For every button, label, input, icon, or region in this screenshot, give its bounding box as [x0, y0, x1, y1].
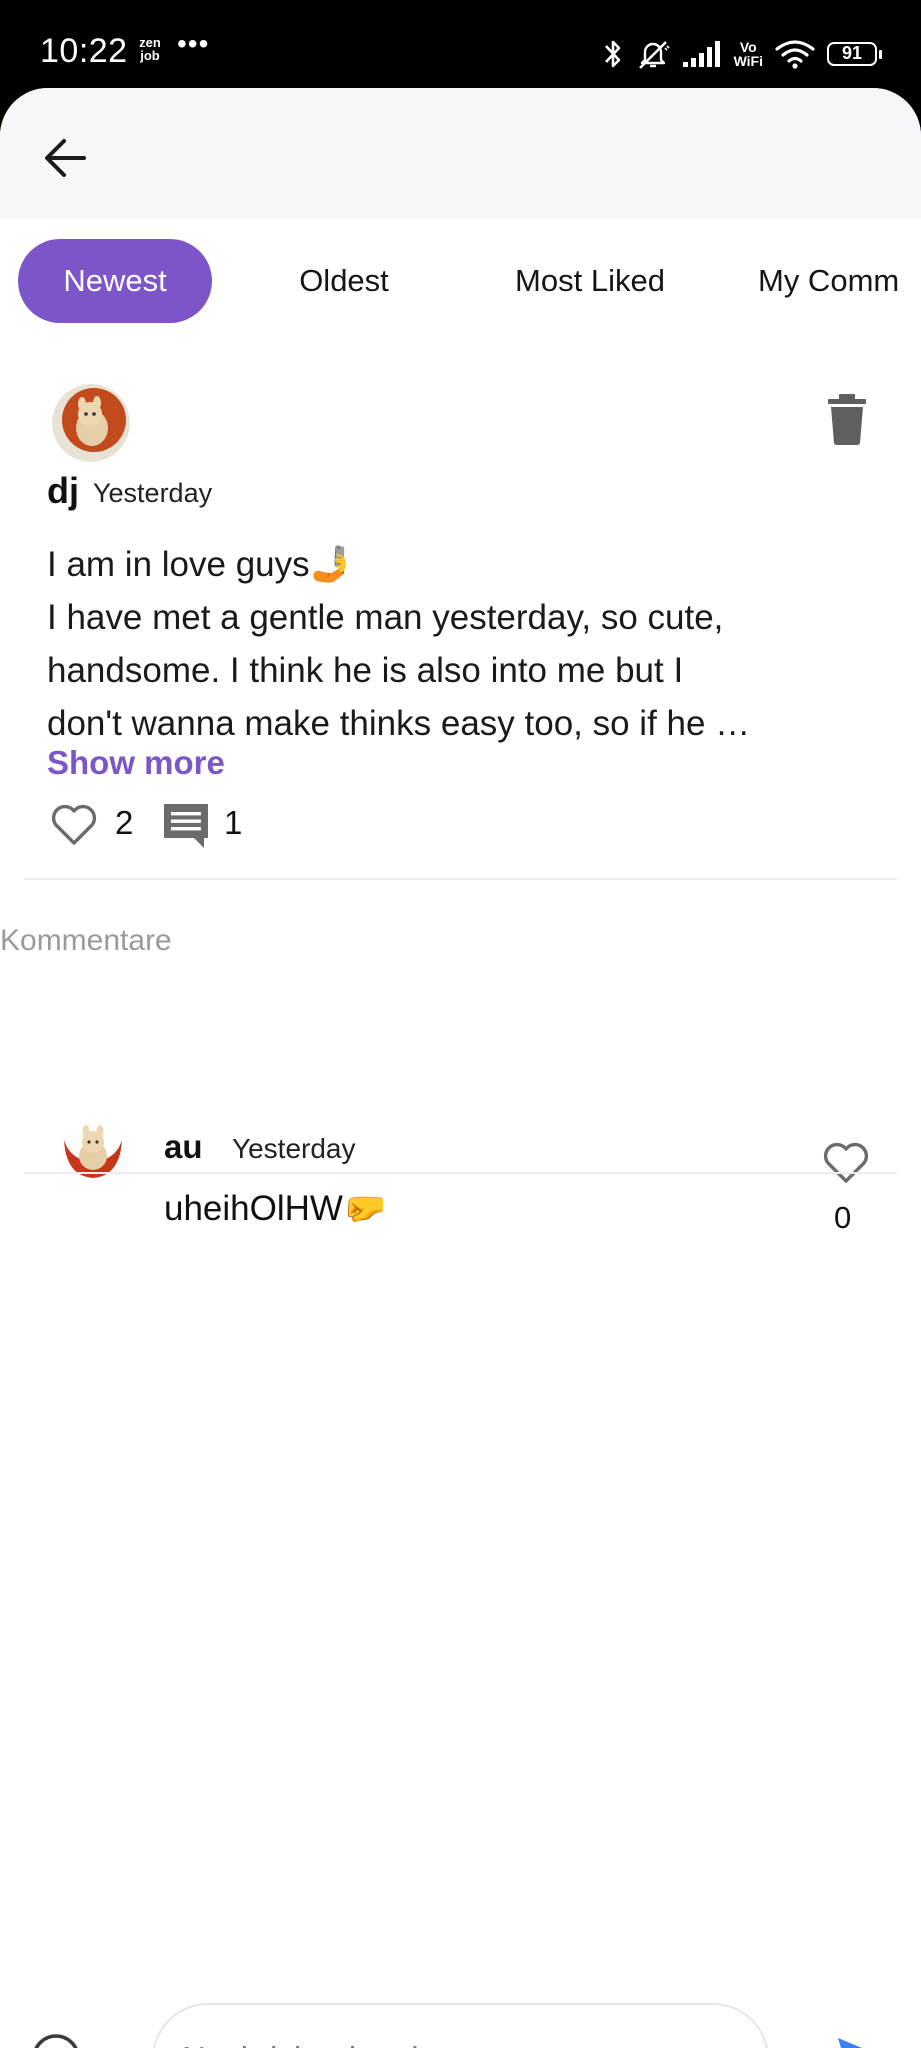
post-timestamp: Yesterday: [93, 478, 213, 508]
tab-oldest[interactable]: Oldest: [234, 239, 454, 323]
tab-most-liked[interactable]: Most Liked: [454, 239, 726, 323]
app-badge-bottom: job: [140, 48, 160, 63]
wifi-icon: [775, 40, 815, 69]
app-notification-icon: zen job: [138, 36, 162, 62]
back-button[interactable]: [36, 128, 96, 188]
comment-text: uheihOlHW🤛: [164, 1189, 387, 1228]
comment-author-name[interactable]: au: [164, 1128, 203, 1166]
vowifi-icon: Vo WiFi: [734, 40, 763, 68]
bluetooth-icon: [604, 40, 620, 68]
post-like-count: 2: [115, 804, 134, 841]
delete-post-button[interactable]: [824, 392, 870, 446]
post-line: I have met a gentle man yesterday, so cu…: [47, 598, 724, 637]
post-text: I am in love guys🤳 I have met a gentle m…: [47, 538, 887, 750]
app-header: [0, 88, 921, 218]
post-line: handsome. I think he is also into me but…: [47, 651, 684, 690]
avatar-image: [64, 1125, 122, 1178]
comment-author-avatar[interactable]: [58, 1116, 128, 1186]
status-time: 10:22: [40, 32, 128, 70]
vowifi-top: Vo: [739, 39, 757, 55]
status-bar: 10:22 zen job ••• Vo WiFi 91: [0, 0, 921, 100]
arrow-left-icon: [45, 139, 86, 177]
mute-icon: [638, 41, 670, 69]
vowifi-bottom: WiFi: [733, 53, 763, 69]
more-notifications-icon: •••: [177, 28, 210, 59]
comment-icon: [164, 804, 208, 848]
emoji-icon: [34, 2034, 78, 2048]
comment-like-count: 0: [834, 1200, 852, 1235]
post-like-button[interactable]: [48, 798, 100, 850]
post-author-avatar[interactable]: [52, 384, 130, 462]
battery-indicator: 91: [827, 42, 882, 66]
comments-section-label: Kommentare: [0, 924, 172, 957]
send-icon: [838, 2038, 862, 2048]
comment-like-button[interactable]: [820, 1136, 872, 1188]
post-comments-button[interactable]: [160, 800, 212, 852]
comment-timestamp: Yesterday: [232, 1133, 356, 1164]
tab-newest[interactable]: Newest: [18, 239, 212, 323]
comments-screen: Newest Oldest Most Liked My Comm dj Yest…: [0, 88, 921, 2048]
heart-outline-icon: [51, 804, 97, 845]
send-button[interactable]: [836, 2034, 888, 2048]
post-comment-count: 1: [224, 804, 243, 841]
divider: [24, 1172, 897, 1174]
post-line: don't wanna make thinks easy too, so if …: [47, 704, 751, 743]
post-line: I am in love guys🤳: [47, 545, 354, 584]
tab-my-comments[interactable]: My Comm: [758, 239, 921, 323]
avatar-image: [52, 384, 130, 462]
emoji-button[interactable]: [30, 2032, 82, 2048]
signal-icon: [682, 41, 720, 67]
heart-outline-icon: [823, 1142, 869, 1183]
status-icons: Vo WiFi 91: [602, 36, 882, 72]
post-author-name[interactable]: dj: [47, 470, 79, 512]
show-more-link[interactable]: Show more: [47, 744, 225, 782]
divider: [24, 878, 897, 880]
trash-icon: [828, 394, 866, 445]
message-input[interactable]: [152, 2003, 769, 2048]
